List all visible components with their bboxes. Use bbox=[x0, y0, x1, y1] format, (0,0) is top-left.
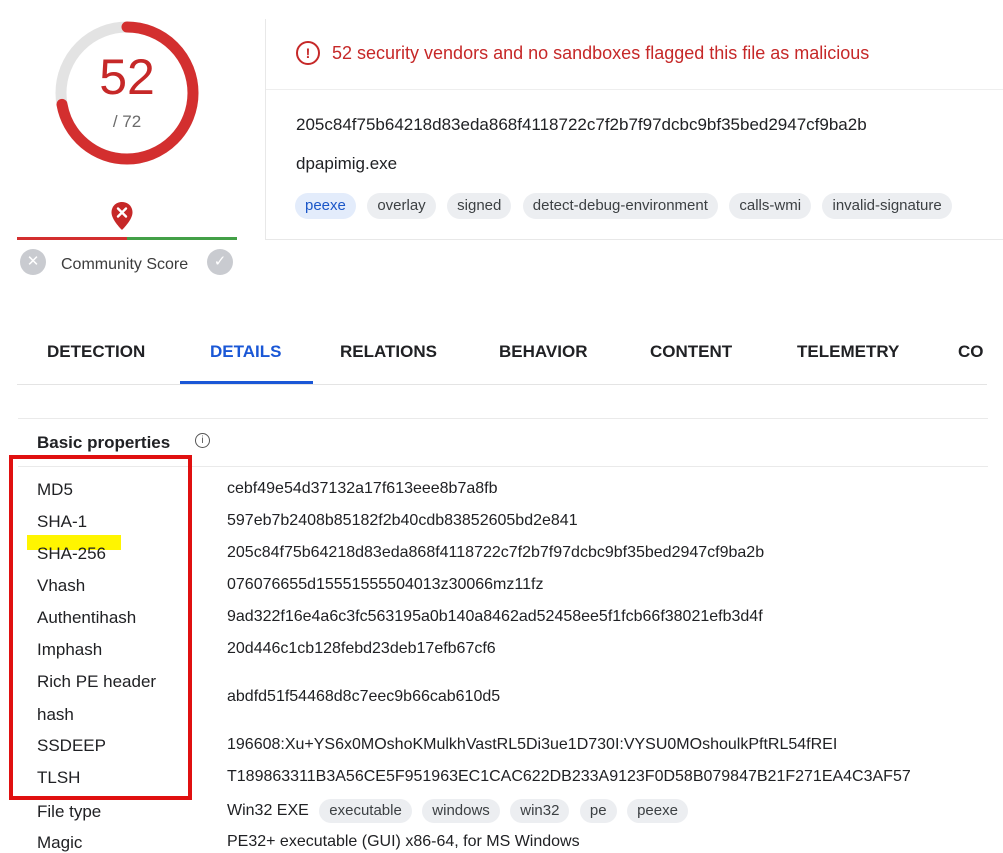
tag-calls-wmi[interactable]: calls-wmi bbox=[729, 193, 812, 219]
community-score-label: Community Score bbox=[61, 256, 189, 273]
tag-peexe[interactable]: peexe bbox=[295, 193, 356, 219]
tab-content[interactable]: CONTENT bbox=[650, 342, 732, 362]
vote-malicious-button[interactable]: ✕ bbox=[20, 249, 46, 275]
file-type-tag[interactable]: win32 bbox=[510, 799, 570, 823]
prop-value-tlsh[interactable]: T189863311B3A56CE5F951963EC1CAC622DB233A… bbox=[227, 768, 911, 786]
prop-value-sha1[interactable]: 597eb7b2408b85182f2b40cdb83852605bd2e841 bbox=[227, 512, 578, 530]
community-positive-bar bbox=[127, 237, 237, 240]
detection-score-donut: 52 / 72 bbox=[52, 18, 202, 168]
divider bbox=[266, 89, 1003, 90]
active-tab-indicator bbox=[180, 381, 313, 384]
file-type-tag[interactable]: executable bbox=[319, 799, 412, 823]
file-tags: peexe overlay signed detect-debug-enviro… bbox=[295, 193, 959, 219]
tab-behavior[interactable]: BEHAVIOR bbox=[499, 342, 587, 362]
close-icon: ✕ bbox=[26, 253, 40, 270]
file-sha256[interactable]: 205c84f75b64218d83eda868f4118722c7f2b7f9… bbox=[296, 115, 867, 135]
file-type-tag[interactable]: peexe bbox=[627, 799, 688, 823]
prop-value-vhash[interactable]: 076076655d15551555504013z30066mz11fz bbox=[227, 576, 543, 594]
report-tabs: DETECTION DETAILS RELATIONS BEHAVIOR CON… bbox=[17, 330, 987, 385]
prop-value-ssdeep[interactable]: 196608:Xu+YS6x0MOshoKMulkhVastRL5Di3ue1D… bbox=[227, 736, 837, 754]
info-icon[interactable]: i bbox=[195, 433, 210, 448]
tab-relations[interactable]: RELATIONS bbox=[340, 342, 437, 362]
file-name: dpapimig.exe bbox=[296, 154, 398, 173]
file-summary-card: ! 52 security vendors and no sandboxes f… bbox=[265, 19, 1003, 240]
prop-value-file-type: Win32 EXE executable windows win32 pe pe… bbox=[227, 799, 688, 823]
alert-icon: ! bbox=[296, 41, 320, 65]
prop-label-magic: Magic bbox=[37, 833, 83, 852]
tag-invalid-signature[interactable]: invalid-signature bbox=[822, 193, 952, 219]
detection-alert: ! 52 security vendors and no sandboxes f… bbox=[296, 41, 869, 65]
prop-value-md5[interactable]: cebf49e54d37132a17f613eee8b7a8fb bbox=[227, 480, 498, 498]
prop-value-magic[interactable]: PE32+ executable (GUI) x86-64, for MS Wi… bbox=[227, 833, 580, 851]
prop-value-sha256[interactable]: 205c84f75b64218d83eda868f4118722c7f2b7f9… bbox=[227, 544, 764, 562]
community-negative-bar bbox=[17, 237, 127, 240]
file-type-tag[interactable]: windows bbox=[422, 799, 500, 823]
prop-value-imphash[interactable]: 20d446c1cb128febd23deb17efb67cf6 bbox=[227, 640, 496, 658]
tag-overlay[interactable]: overlay bbox=[367, 193, 436, 219]
annotation-red-box bbox=[9, 455, 192, 800]
alert-text: 52 security vendors and no sandboxes fla… bbox=[332, 42, 870, 63]
community-score-bar bbox=[17, 237, 237, 240]
prop-value-authentihash[interactable]: 9ad322f16e4a6c3fc563195a0b140a8462ad5245… bbox=[227, 608, 763, 626]
check-icon: ✓ bbox=[213, 253, 227, 270]
tab-telemetry[interactable]: TELEMETRY bbox=[797, 342, 899, 362]
section-title: Basic properties bbox=[37, 433, 171, 452]
tab-details[interactable]: DETAILS bbox=[210, 342, 281, 362]
tag-detect-debug-environment[interactable]: detect-debug-environment bbox=[522, 193, 718, 219]
file-type-tag[interactable]: pe bbox=[579, 799, 617, 823]
detection-score: 52 bbox=[99, 49, 155, 105]
prop-value-rich-pe-header-hash[interactable]: abdfd51f54468d8c7eec9b66cab610d5 bbox=[227, 688, 500, 706]
malicious-marker-icon bbox=[111, 202, 133, 230]
tab-detection[interactable]: DETECTION bbox=[47, 342, 145, 362]
tab-community[interactable]: CO bbox=[958, 342, 984, 362]
tag-signed[interactable]: signed bbox=[447, 193, 512, 219]
vote-harmless-button[interactable]: ✓ bbox=[207, 249, 233, 275]
detection-total: / 72 bbox=[112, 112, 142, 131]
file-type-text: Win32 EXE bbox=[227, 802, 309, 819]
prop-label-file-type: File type bbox=[37, 802, 102, 821]
